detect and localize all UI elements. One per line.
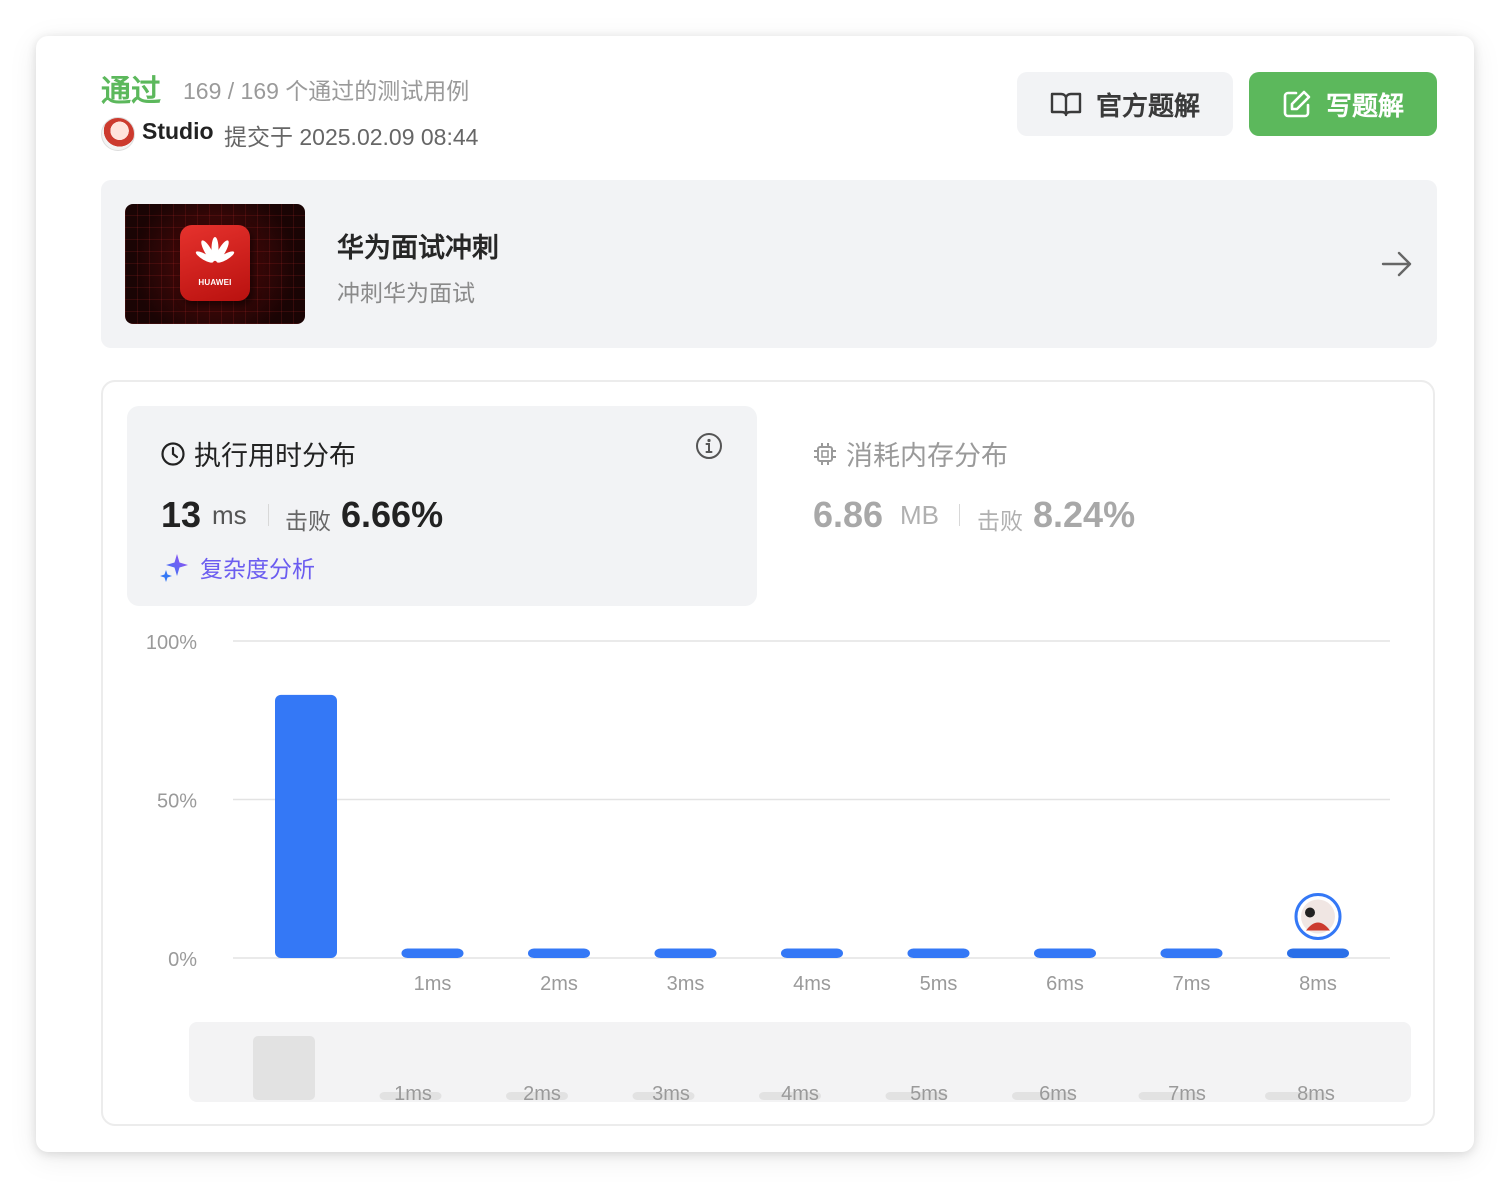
write-solution-label: 写题解 — [1325, 90, 1404, 121]
memory-beat-value: 8.24% — [1033, 494, 1136, 535]
username[interactable]: Studio — [142, 118, 214, 145]
runtime-unit: ms — [212, 500, 247, 530]
huawei-logo: HUAWEI — [180, 225, 250, 301]
official-solution-label: 官方题解 — [1095, 90, 1200, 121]
complexity-analysis-link[interactable]: 复杂度分析 — [160, 550, 315, 584]
memory-value: 6.86 — [813, 494, 884, 535]
submission-time: 提交于 2025.02.09 08:44 — [224, 124, 479, 150]
runtime-beat-value: 6.66% — [341, 494, 444, 535]
memory-tab[interactable]: 消耗内存分布 — [812, 434, 1008, 473]
info-icon[interactable] — [695, 432, 723, 460]
runtime-separator — [268, 504, 269, 526]
write-solution-button[interactable]: 写题解 — [1249, 72, 1437, 136]
complexity-analysis-label: 复杂度分析 — [200, 556, 315, 582]
promo-title: 华为面试冲刺 — [337, 233, 499, 263]
huawei-logo-text: HUAWEI — [198, 278, 232, 287]
edit-icon — [1283, 90, 1311, 118]
promo-subtitle: 冲刺华为面试 — [337, 280, 475, 306]
memory-title-text: 消耗内存分布 — [846, 441, 1008, 471]
memory-beat-label: 击败 — [977, 508, 1023, 534]
runtime-value: 13 — [161, 494, 202, 535]
huawei-petals-icon — [195, 237, 235, 263]
range-navigator[interactable] — [189, 1022, 1411, 1102]
book-icon — [1050, 92, 1082, 117]
memory-unit: MB — [900, 500, 939, 530]
runtime-beat-label: 击败 — [285, 508, 331, 534]
test-cases-summary: 169 / 169 个通过的测试用例 — [183, 78, 470, 104]
submission-status: 通过 — [101, 75, 161, 108]
memory-separator — [959, 504, 960, 526]
runtime-title-text: 执行用时分布 — [194, 441, 356, 471]
chip-icon — [814, 442, 836, 465]
official-solution-button[interactable]: 官方题解 — [1017, 72, 1233, 136]
clock-icon — [161, 441, 185, 466]
sparkle-icon — [160, 554, 188, 582]
arrow-right-icon[interactable] — [1381, 250, 1413, 278]
promo-image: HUAWEI — [125, 204, 305, 324]
user-avatar[interactable] — [101, 117, 135, 151]
promo-banner[interactable]: HUAWEI 华为面试冲刺 冲刺华为面试 — [101, 180, 1437, 348]
runtime-title: 执行用时分布 — [160, 434, 356, 473]
